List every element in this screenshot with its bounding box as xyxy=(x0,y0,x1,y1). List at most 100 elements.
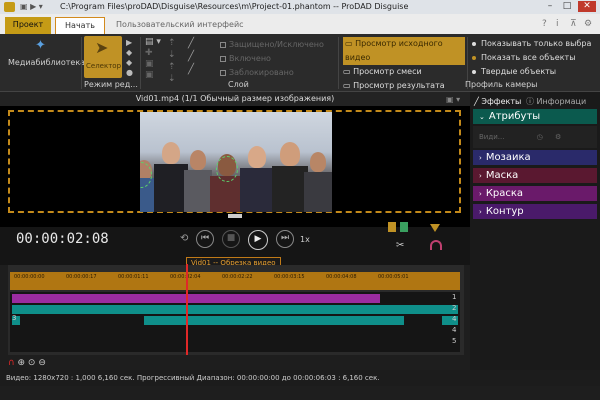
cursor-icon: ➤ xyxy=(95,38,109,57)
ruler-tick-label: 00:00:00:00 xyxy=(14,274,45,280)
tab-effects-label: Эффекты xyxy=(481,97,522,106)
mark-in-icon[interactable] xyxy=(388,222,396,232)
stop-button[interactable]: ■ xyxy=(222,230,240,248)
show-selected-option[interactable]: Показывать только выбра xyxy=(472,37,599,51)
tab-info[interactable]: ⓘ Информаци xyxy=(526,95,600,109)
play-button[interactable]: ▶ xyxy=(248,230,268,250)
playback-speed[interactable]: 1x xyxy=(300,235,310,244)
status-bar: Видео: 1280x720 : 1,000 6,160 сек. Прогр… xyxy=(0,370,600,386)
quick-access-icons[interactable]: ▣ ▶ ▾ xyxy=(20,2,50,12)
zoom-in-icon: ⊕ xyxy=(17,358,26,368)
track-number: 2 xyxy=(452,304,457,312)
scissors-icon[interactable]: ✂ xyxy=(396,240,404,251)
view-result-label: Просмотр результата xyxy=(353,81,445,90)
timecode: 00:00:02:08 xyxy=(16,231,109,247)
protected-checkbox[interactable] xyxy=(220,41,226,48)
mosaic-section[interactable]: › Мозаика xyxy=(473,150,597,165)
layer-group-label: Слой xyxy=(228,80,249,89)
view-options: ▭ Просмотр исходного видео ▭ Просмотр см… xyxy=(343,37,465,93)
tab-effects[interactable]: ╱ Эффекты xyxy=(472,95,521,109)
layer-tools[interactable]: ▤ ▾ ✚ ▣ ▣ xyxy=(145,37,161,81)
clock-icon[interactable]: ◷ xyxy=(537,133,543,141)
view-mix-icon: ▭ xyxy=(343,67,354,76)
ruler-tick-label: 00:00:04:08 xyxy=(326,274,357,280)
attributes-section[interactable]: ⌄ Атрибуты xyxy=(473,109,597,124)
info-icon: ⓘ xyxy=(526,97,537,106)
bullet-icon xyxy=(472,69,476,74)
selector-button[interactable]: ➤ Селектор xyxy=(84,36,122,78)
track-numbers: 1 2 4 4 5 xyxy=(452,292,460,352)
protected-label: Защищено/Исключено xyxy=(229,40,324,49)
track-number-left: 3 xyxy=(12,314,17,322)
solid-objects-option[interactable]: Твердые объекты xyxy=(472,65,599,79)
track-number: 4 xyxy=(452,326,457,334)
title-bar: ▣ ▶ ▾ C:\Program Files\proDAD\Disguise\R… xyxy=(0,0,600,14)
track-row[interactable] xyxy=(144,316,404,325)
timeline-ruler[interactable]: 00:00:00:00 00:00:00:17 00:00:01:11 00:00:0… xyxy=(10,272,460,290)
chevron-down-icon: ⌄ xyxy=(479,113,485,121)
status-text: Видео: 1280x720 : 1,000 6,160 сек. Прогр… xyxy=(6,374,380,382)
edit-mode-label: Режим ред... xyxy=(84,80,138,89)
divider xyxy=(81,37,82,89)
tab-info-label: Информаци xyxy=(536,97,587,106)
layer-move-tools[interactable]: ⇡ ⇣ ⇡ ⇣ xyxy=(168,37,176,85)
ruler-tick-label: 00:00:00:17 xyxy=(66,274,97,280)
close-button[interactable]: ✕ xyxy=(578,1,596,12)
previous-frame-button[interactable]: ⏮ xyxy=(196,230,214,248)
contour-section[interactable]: › Контур xyxy=(473,204,597,219)
mask-section[interactable]: › Маска xyxy=(473,168,597,183)
chevron-right-icon: › xyxy=(479,190,482,198)
toggle-icon xyxy=(472,55,476,60)
timeline-tools[interactable]: ∩ ⊕ ⊙ ⊖ xyxy=(8,358,46,368)
enabled-label: Включено xyxy=(229,54,271,63)
media-library-button[interactable]: Медиабиблиотека xyxy=(8,58,85,67)
tab-project[interactable]: Проект xyxy=(5,17,51,34)
minimize-button[interactable]: – xyxy=(543,1,557,12)
window-title: C:\Program Files\proDAD\Disguise\Resourc… xyxy=(60,2,409,11)
gear-icon[interactable]: ⚙ xyxy=(555,133,561,141)
app-icon xyxy=(4,2,15,12)
preview-options-icon[interactable]: ▣ ▾ xyxy=(446,95,460,104)
paint-section[interactable]: › Краска xyxy=(473,186,597,201)
media-library-icon: ✦ xyxy=(35,38,46,53)
solid-objects-label: Твердые объекты xyxy=(481,67,557,76)
ruler-tick-label: 00:00:03:15 xyxy=(274,274,305,280)
resize-handle[interactable] xyxy=(228,214,242,218)
enabled-checkbox[interactable] xyxy=(220,55,226,62)
attributes-content: Види... ◷ ⚙ xyxy=(473,126,597,148)
next-frame-button[interactable]: ⏭ xyxy=(276,230,294,248)
locked-checkbox[interactable] xyxy=(220,69,226,76)
pin-icon[interactable]: ⊼ xyxy=(570,19,577,29)
view-result-option[interactable]: ▭ Просмотр результата xyxy=(343,79,465,93)
track-row[interactable] xyxy=(12,305,458,314)
view-mix-option[interactable]: ▭ Просмотр смеси xyxy=(343,65,465,79)
mask-label: Маска xyxy=(485,170,519,181)
chevron-right-icon: › xyxy=(479,154,482,162)
track-row[interactable] xyxy=(12,294,380,303)
info-icon[interactable]: i xyxy=(556,19,559,29)
view-source-option[interactable]: ▭ Просмотр исходного видео xyxy=(343,37,465,65)
show-all-option[interactable]: Показать все объекты xyxy=(472,51,599,65)
contour-label: Контур xyxy=(485,206,524,217)
playhead[interactable] xyxy=(185,264,188,355)
preview-title: Vid01.mp4 (1/1 Обычный размер изображени… xyxy=(0,92,470,106)
track-number: 4 xyxy=(452,315,457,323)
mosaic-label: Мозаика xyxy=(485,152,531,163)
shape-tools[interactable]: ▶ ◆ ◆ ● xyxy=(126,38,133,78)
view-mix-label: Просмотр смеси xyxy=(353,67,422,76)
mark-out-icon[interactable] xyxy=(400,222,408,232)
track-number: 1 xyxy=(452,293,457,301)
camera-profile-label: Профиль камеры xyxy=(465,80,538,89)
magnet-icon: ∩ xyxy=(8,358,15,368)
zoom-reset-icon: ⊙ xyxy=(27,358,36,368)
show-all-label: Показать все объекты xyxy=(481,53,576,62)
tab-start[interactable]: Начать xyxy=(55,17,105,34)
help-icon[interactable]: ? xyxy=(542,19,547,29)
split-icon[interactable] xyxy=(430,240,442,250)
line-tools[interactable]: ╱ ╱ ╱ xyxy=(188,37,194,76)
loop-icon[interactable]: ⟲ xyxy=(180,233,188,244)
maximize-button[interactable]: □ xyxy=(560,1,574,12)
layer-checkboxes: Защищено/Исключено Включено Заблокирован… xyxy=(220,38,324,80)
settings-icon[interactable]: ⚙ xyxy=(584,19,592,29)
tab-user-interface[interactable]: Пользовательский интерфейс xyxy=(110,17,250,34)
